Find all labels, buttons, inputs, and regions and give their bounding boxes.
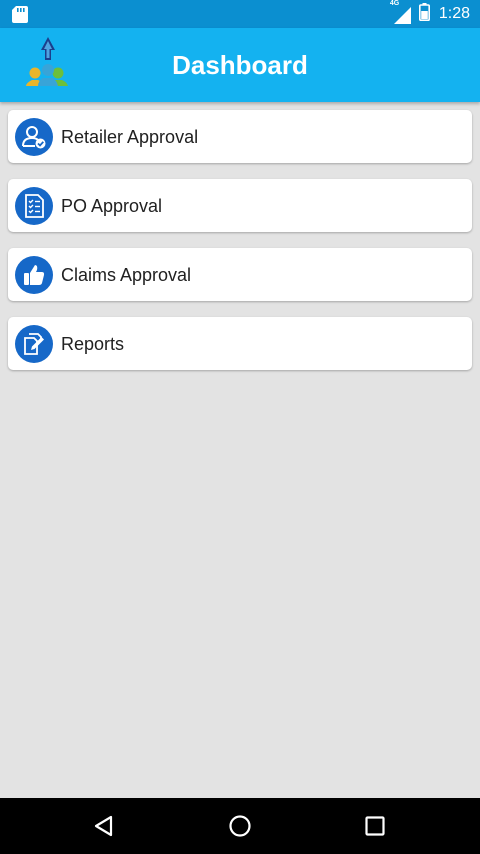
sd-card-icon [12,6,28,28]
app-logo[interactable] [22,36,74,88]
clock-time: 1:28 [438,5,470,22]
menu-item-po-approval[interactable]: PO Approval [8,179,472,232]
recents-icon[interactable] [361,812,389,840]
menu-item-retailer-approval[interactable]: Retailer Approval [8,110,472,163]
menu-item-label: Retailer Approval [61,127,199,147]
thumbs-up-icon [15,256,53,294]
menu-item-label: Reports [61,334,125,354]
signal-icon: 4G [390,0,412,24]
status-bar: 4G 1:28 [0,0,480,28]
home-icon[interactable] [226,812,254,840]
document-checklist-icon [15,187,53,225]
app-bar: Dashboard [0,28,480,102]
navigation-bar [0,798,480,854]
edit-document-icon [15,325,53,363]
menu-item-reports[interactable]: Reports [8,317,472,370]
user-check-icon [15,118,53,156]
battery-icon [418,2,430,26]
menu-item-claims-approval[interactable]: Claims Approval [8,248,472,301]
menu-item-label: Claims Approval [61,265,192,285]
back-icon[interactable] [91,812,119,840]
menu-item-label: PO Approval [61,196,163,216]
